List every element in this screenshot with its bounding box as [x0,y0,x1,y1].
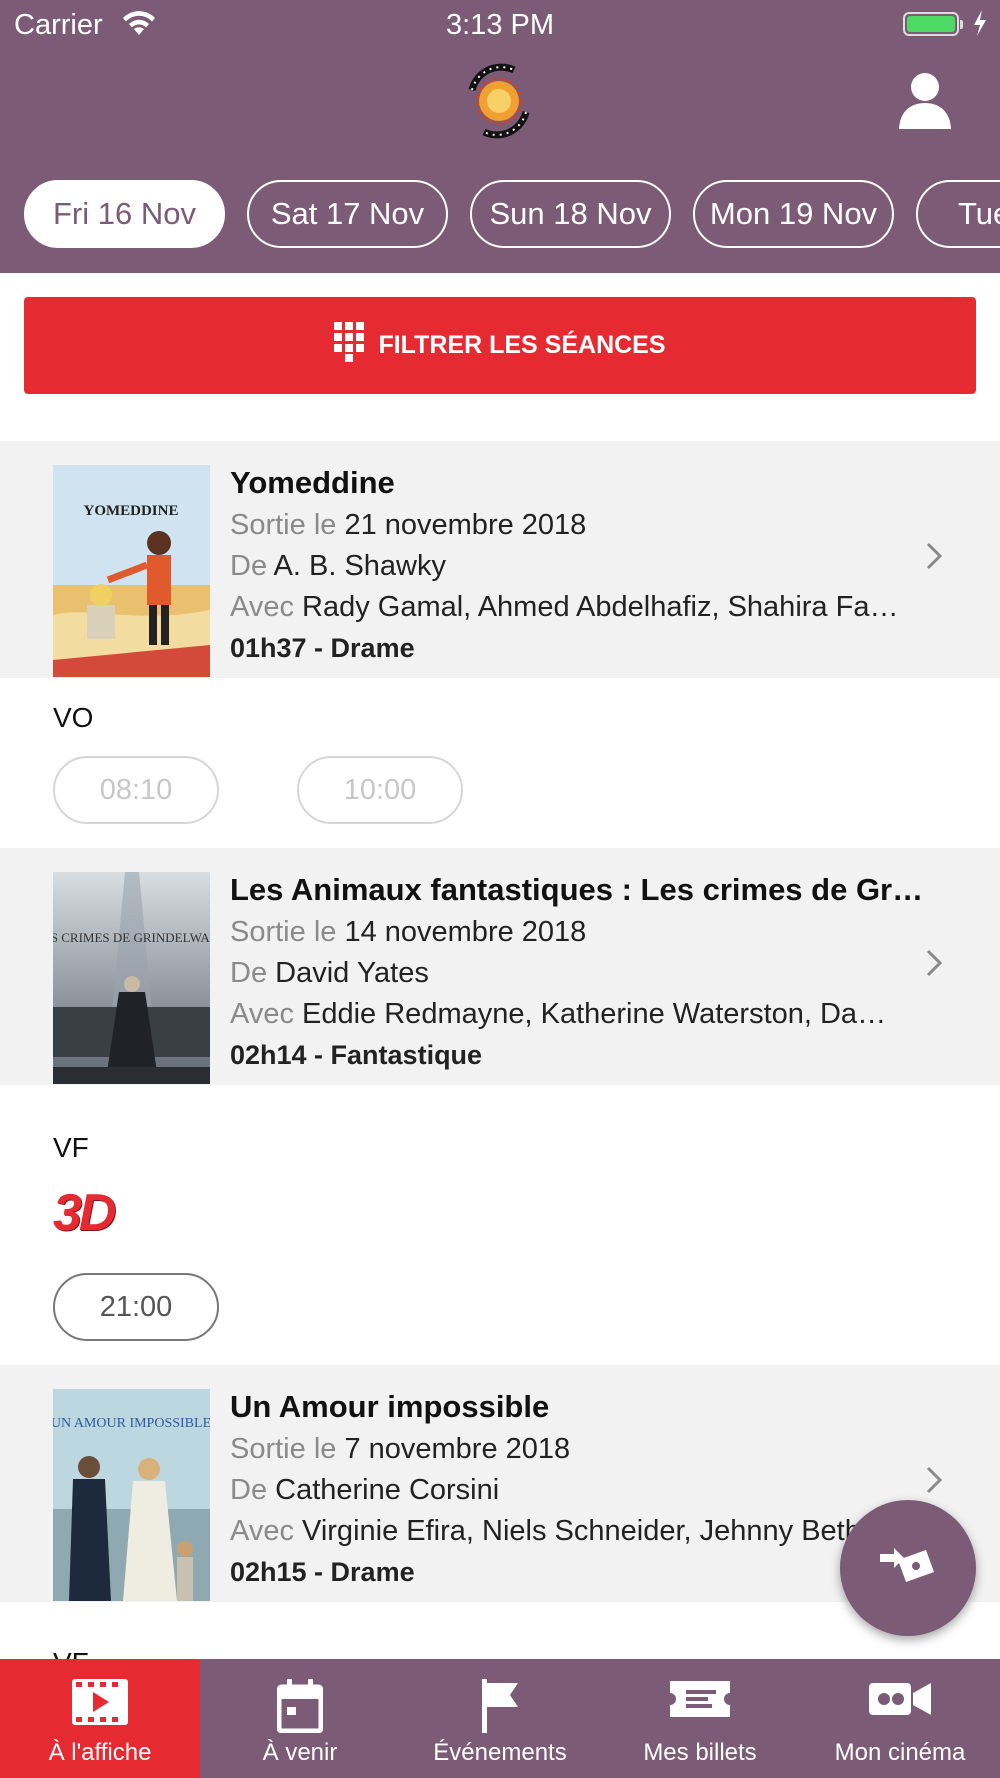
showtime-button-1000[interactable]: 10:00 [297,756,463,824]
tab-label: À venir [262,1739,338,1766]
poster-title: LES CRIMES DE GRINDELWALD [53,930,210,945]
date-selector: Fri 16 Nov Sat 17 Nov Sun 18 Nov Mon 19 Nov… [24,180,1000,248]
filter-showtimes-button[interactable]: FILTRER LES SÉANCES [24,297,976,394]
app-header: Carrier 3:13 PM Fri 16 Nov Sat 17 Nov Sun … [0,0,1000,273]
movie-poster: LES CRIMES DE GRINDELWALD [53,872,210,1084]
date-tab-sat-17[interactable]: Sat 17 Nov [247,180,448,248]
film-icon [72,1679,128,1730]
chevron-right-icon [924,947,944,979]
movie-title: Les Animaux fantastiques : Les crimes de… [230,872,930,907]
cast-names: Rady Gamal, Ahmed Abdelhafiz, Shahira Fa… [302,591,900,623]
tab-label: À l'affiche [48,1739,152,1766]
release-label: Sortie le [230,509,337,541]
tab-label: Mon cinéma [834,1739,966,1766]
charging-icon [972,10,988,44]
tab-mes-billets[interactable]: Mes billets [600,1659,800,1778]
director-label: De [230,1474,268,1506]
cast-names: Virginie Efira, Niels Schneider, Jehnny … [302,1515,861,1547]
tab-mon-cinema[interactable]: Mon cinéma [800,1659,1000,1778]
duration-genre: 02h14 - Fantastique [230,1040,483,1070]
director-name: David Yates [275,957,429,989]
quick-ticket-button[interactable] [840,1500,976,1636]
poster-title: YOMEDDINE [83,503,178,519]
director-name: Catherine Corsini [275,1474,500,1506]
grid-filter-icon [334,322,365,369]
director-label: De [230,550,268,582]
date-tab-tue[interactable]: Tue [916,180,1000,248]
duration-genre: 02h15 - Drame [230,1557,415,1587]
clock: 3:13 PM [446,9,554,41]
date-tab-fri-16[interactable]: Fri 16 Nov [24,180,225,248]
cinema-logo[interactable] [458,60,540,142]
tab-a-venir[interactable]: À venir [200,1659,400,1778]
release-label: Sortie le [230,916,337,948]
tab-label: Mes billets [643,1739,757,1766]
date-tab-sun-18[interactable]: Sun 18 Nov [470,180,671,248]
release-date: 14 novembre 2018 [344,916,587,948]
director-label: De [230,957,268,989]
poster-title: UN AMOUR IMPOSSIBLE [53,1416,210,1431]
chevron-right-icon [924,540,944,572]
version-label: VO [53,702,94,733]
director-name: A. B. Shawky [273,550,447,582]
duration-genre: 01h37 - Drame [230,633,415,663]
3d-format-badge: 3D [53,1184,117,1242]
showtime-button-0810[interactable]: 08:10 [53,756,219,824]
movie-row-animaux-fantastiques[interactable]: LES CRIMES DE GRINDELWALD Les Animaux fa… [0,848,1000,1085]
movie-title: Yomeddine [230,465,395,500]
movie-poster: UN AMOUR IMPOSSIBLE [53,1389,210,1601]
tab-a-l-affiche[interactable]: À l'affiche [0,1659,200,1778]
ticket-icon [670,1679,730,1724]
release-date: 7 novembre 2018 [344,1433,571,1465]
movie-title: Un Amour impossible [230,1389,550,1424]
date-tab-mon-19[interactable]: Mon 19 Nov [693,180,894,248]
filter-button-label: FILTRER LES SÉANCES [378,331,666,359]
version-label: VF [53,1132,89,1163]
showtime-button-2100[interactable]: 21:00 [53,1273,219,1341]
tab-label: Événements [433,1739,567,1766]
cast-label: Avec [230,998,294,1030]
ticket-arrow-icon [876,1538,940,1599]
chevron-right-icon [924,1464,944,1496]
release-date: 21 novembre 2018 [344,509,587,541]
status-bar: Carrier 3:13 PM [0,0,1000,52]
release-label: Sortie le [230,1433,337,1465]
movie-row-yomeddine[interactable]: YOMEDDINE Yomeddine Sortie le 21 novembr… [0,441,1000,678]
cast-names: Eddie Redmayne, Katherine Waterston, Dan… [302,998,900,1030]
bottom-tab-bar: À l'affiche À venir Événements Mes bille… [0,1659,1000,1778]
tab-evenements[interactable]: Événements [400,1659,600,1778]
calendar-icon [276,1679,324,1738]
cast-label: Avec [230,1515,294,1547]
flag-icon [480,1679,520,1738]
cast-label: Avec [230,591,294,623]
video-camera-icon [869,1679,931,1724]
battery-icon [903,12,963,36]
movie-poster: YOMEDDINE [53,465,210,677]
user-profile-icon[interactable] [898,72,952,130]
